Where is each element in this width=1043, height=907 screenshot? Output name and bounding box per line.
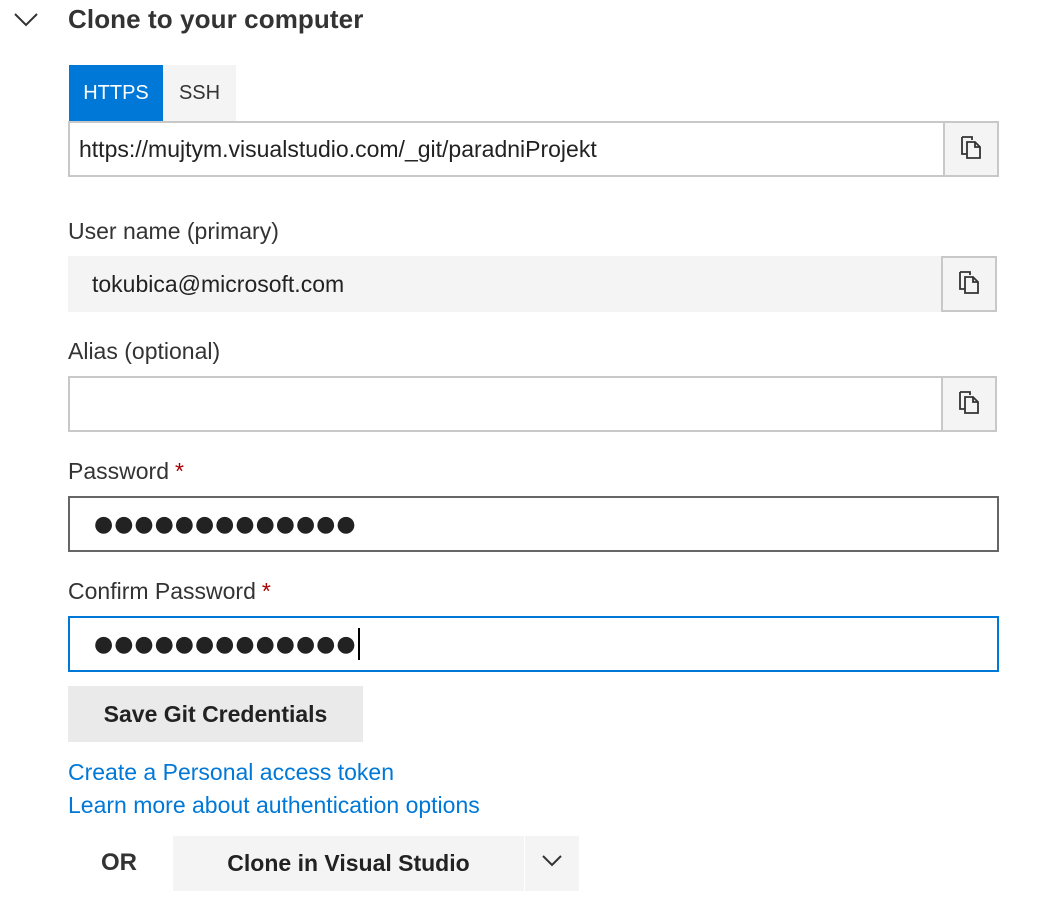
username-field: tokubica@microsoft.com bbox=[68, 256, 997, 312]
password-label-text: Password bbox=[68, 458, 169, 484]
password-value: ●●●●●●●●●●●●● bbox=[94, 511, 357, 537]
save-git-credentials-button[interactable]: Save Git Credentials bbox=[68, 686, 363, 742]
or-label: OR bbox=[101, 849, 137, 876]
password-input[interactable]: ●●●●●●●●●●●●● bbox=[68, 496, 999, 552]
username-value: tokubica@microsoft.com bbox=[92, 270, 345, 297]
tab-https[interactable]: HTTPS bbox=[69, 65, 163, 121]
copy-url-button[interactable] bbox=[943, 121, 999, 177]
tab-ssh[interactable]: SSH bbox=[163, 65, 236, 121]
clone-in-vs-button[interactable]: Clone in Visual Studio bbox=[173, 836, 524, 891]
chevron-down-icon bbox=[541, 854, 563, 873]
alias-label: Alias (optional) bbox=[68, 338, 221, 364]
confirm-password-label: Confirm Password * bbox=[68, 578, 271, 605]
confirm-password-input[interactable]: ●●●●●●●●●●●●● bbox=[68, 616, 999, 672]
alias-field[interactable] bbox=[68, 376, 997, 432]
required-mark: * bbox=[261, 578, 271, 604]
create-pat-link[interactable]: Create a Personal access token bbox=[68, 759, 394, 786]
clone-options-dropdown[interactable] bbox=[525, 836, 579, 891]
copy-icon bbox=[956, 389, 982, 420]
chevron-down-icon[interactable] bbox=[12, 6, 40, 34]
copy-alias-button[interactable] bbox=[941, 376, 997, 432]
protocol-tabs: HTTPS SSH bbox=[69, 65, 236, 121]
confirm-password-label-text: Confirm Password bbox=[68, 578, 256, 604]
password-label: Password * bbox=[68, 458, 184, 485]
copy-username-button[interactable] bbox=[941, 256, 997, 312]
clone-url-field[interactable]: https://mujtym.visualstudio.com/_git/par… bbox=[68, 121, 999, 177]
required-mark: * bbox=[174, 458, 184, 484]
copy-icon bbox=[956, 269, 982, 300]
clone-panel: Clone to your computer HTTPS SSH https:/… bbox=[0, 0, 1043, 907]
copy-icon bbox=[958, 134, 984, 165]
confirm-password-value: ●●●●●●●●●●●●● bbox=[94, 631, 357, 657]
auth-options-link[interactable]: Learn more about authentication options bbox=[68, 792, 480, 819]
clone-url-value[interactable]: https://mujtym.visualstudio.com/_git/par… bbox=[79, 123, 597, 175]
section-title: Clone to your computer bbox=[68, 4, 364, 34]
text-caret bbox=[357, 628, 360, 660]
username-label: User name (primary) bbox=[68, 218, 279, 244]
